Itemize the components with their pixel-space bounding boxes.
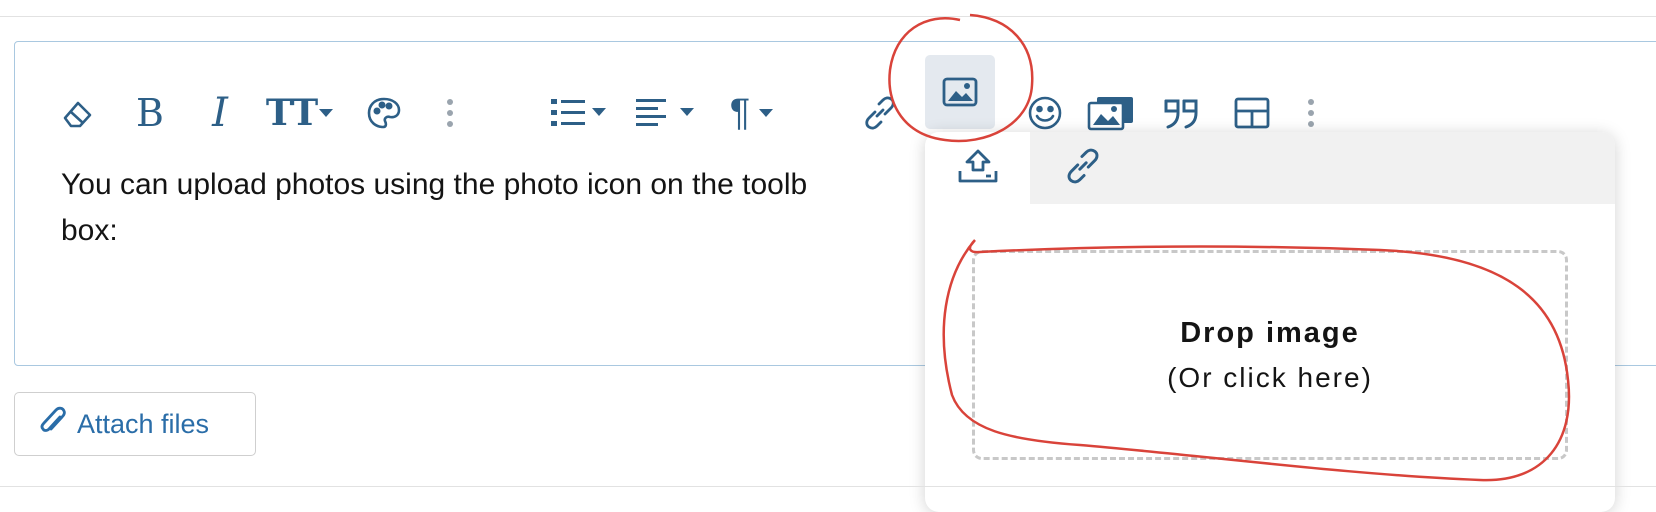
link-icon [1064,147,1102,190]
bottom-divider [0,486,1656,487]
editor-toolbar: B I TT ¶ [15,42,1656,142]
eraser-icon[interactable] [53,82,103,144]
popup-tab-bar [925,132,1615,204]
more-vertical-icon[interactable] [440,82,460,144]
palette-icon[interactable] [359,82,409,144]
top-divider [0,16,1656,17]
tab-upload[interactable] [925,132,1030,204]
upload-icon [957,147,999,190]
link-icon[interactable] [855,82,905,144]
list-icon[interactable] [543,82,613,144]
insert-image-popup: Drop image (Or click here) [925,132,1615,512]
bold-icon[interactable]: B [125,82,175,144]
dropzone-subtitle: (Or click here) [1167,361,1373,393]
attach-files-button[interactable]: Attach files [14,392,256,456]
paragraph-icon[interactable]: ¶ [717,82,787,144]
text-size-icon[interactable]: TT [263,82,337,144]
italic-icon[interactable]: I [195,82,245,144]
image-dropzone[interactable]: Drop image (Or click here) [972,250,1568,460]
image-icon[interactable] [925,55,995,129]
attach-files-label: Attach files [77,408,210,439]
align-left-icon[interactable] [630,82,700,144]
paperclip-icon [39,405,67,444]
tab-link[interactable] [1030,132,1135,204]
dropzone-title: Drop image [1180,316,1360,349]
